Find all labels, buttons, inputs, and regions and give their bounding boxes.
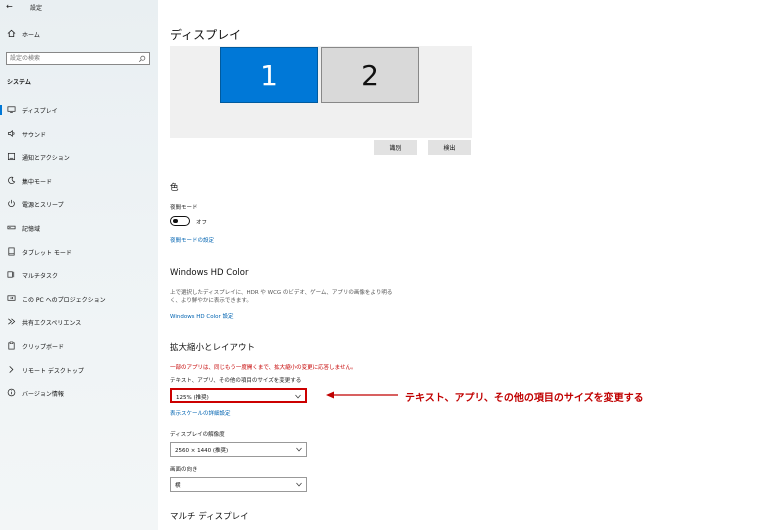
sidebar-item-storage[interactable]: 記憶域 [0,216,158,240]
scale-dropdown[interactable]: 125% (推奨) [170,388,307,403]
chevron-down-icon [296,447,302,452]
sidebar-item-label: 集中モード [22,178,53,186]
hdr-settings-link[interactable]: Windows HD Color 設定 [170,312,234,320]
search-input[interactable] [10,54,130,63]
app-title: 設定 [30,5,43,12]
monitor-1[interactable]: 1 [220,47,318,103]
sidebar-item-label: バージョン情報 [22,391,64,399]
moon-icon [8,176,16,184]
back-arrow-icon[interactable]: ← [6,2,16,11]
advanced-scaling-link[interactable]: 表示スケールの詳細設定 [170,409,231,417]
toggle-knob [173,218,178,223]
remote-icon [9,365,14,373]
size-label: テキスト、アプリ、その他の項目のサイズを変更する [170,378,302,384]
sidebar-item-label: サウンド [22,131,47,139]
sidebar-item-label: ディスプレイ [22,108,58,115]
hdr-heading: Windows HD Color [170,268,249,278]
tablet-icon [8,247,15,256]
sidebar-item-display[interactable]: ディスプレイ [0,98,158,122]
sidebar-item-label: 記憶域 [22,225,41,233]
home-label: ホーム [22,32,40,39]
title-bar: ← 設定 [0,0,158,14]
projection-icon [7,295,16,301]
sidebar-item-label: マルチタスク [22,273,59,281]
multitask-icon [7,271,15,278]
sidebar-item-label: リモート デスクトップ [22,367,84,375]
sidebar-item-label: 共有エクスペリエンス [22,320,82,328]
search-icon[interactable] [138,55,146,63]
storage-icon [7,225,16,230]
sidebar-item-label: タブレット モード [22,249,72,257]
monitor-2[interactable]: 2 [321,47,419,103]
scale-value: 125% (推奨) [176,395,209,401]
orientation-dropdown[interactable]: 横 [170,477,307,492]
sidebar-item-about[interactable]: バージョン情報 [0,381,158,405]
hdr-description: 上で選択したディスプレイに、HDR や WCG のビデオ、ゲーム、アプリの画像を… [170,290,393,304]
night-light-toggle[interactable] [170,216,190,226]
sidebar-item-label: 通知とアクション [22,155,70,163]
scale-warning: 一部のアプリは、同じもう一度開くまで、拡大縮小の変更に応答しません。 [170,365,357,371]
speaker-icon [7,129,15,137]
search-box[interactable] [6,52,150,65]
sidebar-item-label: この PC へのプロジェクション [22,296,106,304]
scale-heading: 拡大縮小とレイアウト [170,343,256,353]
detect-button[interactable]: 検出 [428,140,471,155]
night-light-settings-link[interactable]: 夜間モードの設定 [170,236,214,244]
sidebar-item-label: 電源とスリープ [22,202,64,210]
section-label: システム [7,79,31,86]
color-heading: 色 [170,183,179,193]
sidebar-item-notifications[interactable]: 通知とアクション [0,145,158,169]
share-icon [8,318,16,325]
clipboard-icon [8,341,15,350]
page-title: ディスプレイ [170,28,242,42]
sidebar-item-multitask[interactable]: マルチタスク [0,263,158,287]
sidebar-item-focus[interactable]: 集中モード [0,169,158,193]
sidebar-item-shared-experiences[interactable]: 共有エクスペリエンス [0,310,158,334]
resolution-label: ディスプレイの解像度 [170,432,225,438]
sidebar-home[interactable]: ホーム [0,27,158,41]
sidebar-item-label: クリップボード [22,343,65,351]
sidebar-item-remote-desktop[interactable]: リモート デスクトップ [0,358,158,382]
chevron-down-icon [295,394,301,399]
multi-display-heading: マルチ ディスプレイ [170,512,249,522]
identify-button[interactable]: 識別 [374,140,417,155]
resolution-dropdown[interactable]: 2560 × 1440 (推奨) [170,442,307,457]
orientation-value: 横 [175,483,181,489]
sidebar: ← 設定 ホーム システム ディスプレイ サウンド 通知とアクション [0,0,158,530]
home-icon [7,29,16,38]
settings-window: ← 設定 ホーム システム ディスプレイ サウンド 通知とアクション [0,0,760,530]
info-icon [7,388,16,397]
sidebar-item-projection[interactable]: この PC へのプロジェクション [0,287,158,311]
sidebar-nav: ディスプレイ サウンド 通知とアクション 集中モード 電源とスリープ 記憶域 タ… [0,98,158,405]
orientation-label: 画面の向き [170,467,198,473]
main-content: ディスプレイ 1 2 識別 検出 色 夜間モード オフ 夜間モードの設定 Win… [158,0,760,530]
night-light-state: オフ [196,220,208,226]
sidebar-item-clipboard[interactable]: クリップボード [0,334,158,358]
resolution-value: 2560 × 1440 (推奨) [175,448,229,454]
chevron-down-icon [296,482,302,487]
sidebar-item-sound[interactable]: サウンド [0,122,158,146]
annotation-text: テキスト、アプリ、その他の項目のサイズを変更する [405,393,644,404]
sidebar-item-tablet[interactable]: タブレット モード [0,240,158,264]
display-arrangement: 1 2 [170,46,472,138]
night-light-label: 夜間モード [170,205,198,211]
notification-icon [7,153,16,161]
power-icon [8,200,15,208]
sidebar-item-power[interactable]: 電源とスリープ [0,192,158,216]
monitor-icon [7,106,16,114]
annotation-arrow-icon [326,391,398,399]
